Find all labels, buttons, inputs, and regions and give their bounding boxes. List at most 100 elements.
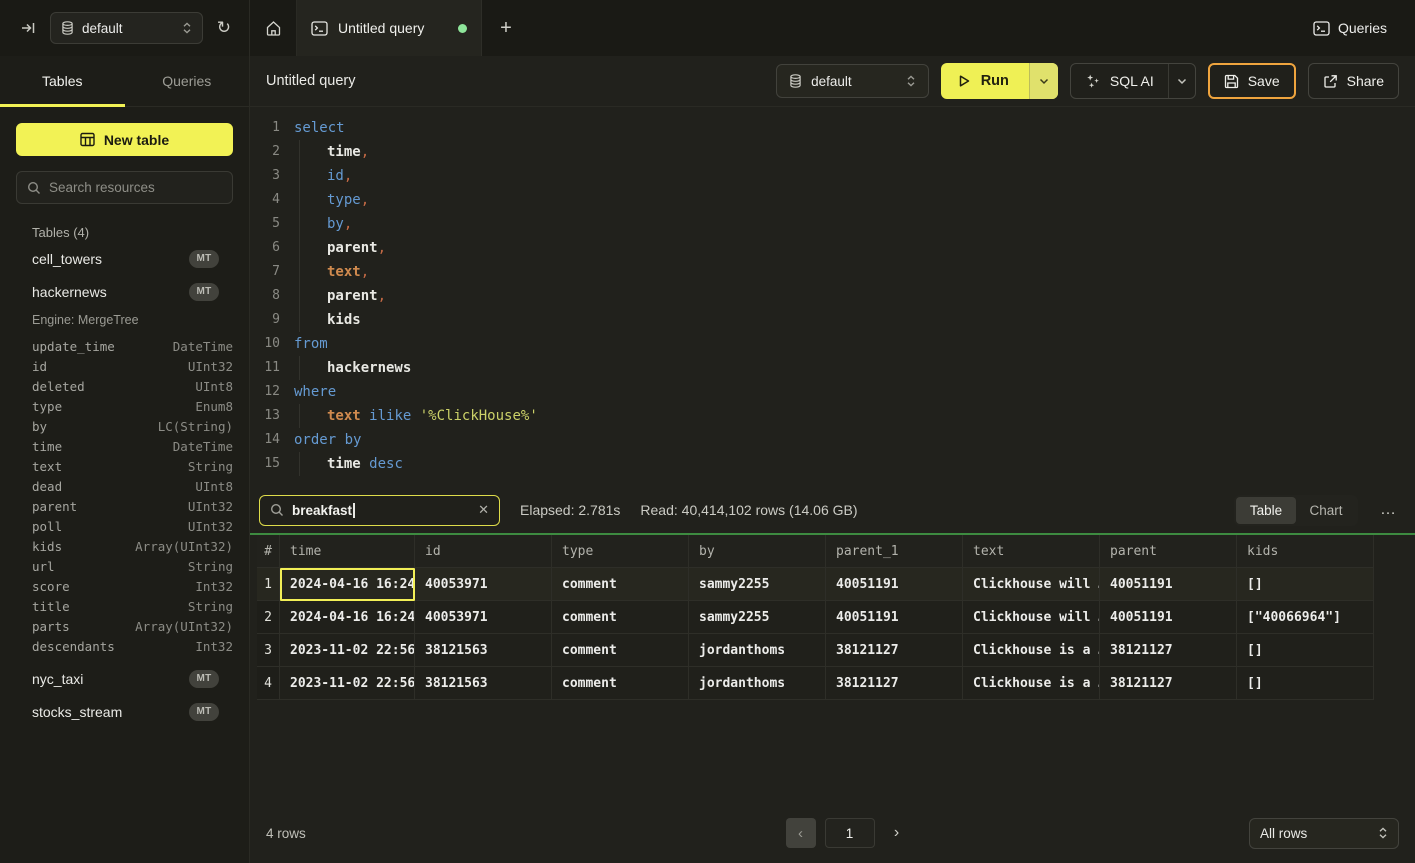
- tab-untitled-query[interactable]: Untitled query: [297, 0, 482, 56]
- refresh-button[interactable]: ↻: [213, 14, 235, 42]
- column-row-dead[interactable]: deadUInt8: [32, 476, 233, 496]
- sidebar-tab-tables[interactable]: Tables: [0, 56, 125, 106]
- results-cell[interactable]: 40051191: [1100, 601, 1237, 634]
- results-cell[interactable]: jordanthoms: [689, 634, 826, 667]
- prev-page-button[interactable]: ‹: [786, 818, 816, 848]
- editor-line-12[interactable]: 12where: [250, 380, 1415, 404]
- editor-line-5[interactable]: 5by,: [250, 212, 1415, 236]
- results-cell[interactable]: 40051191: [826, 601, 963, 634]
- column-row-url[interactable]: urlString: [32, 556, 233, 576]
- sidebar-table-hackernews[interactable]: hackernewsMT: [32, 275, 233, 308]
- results-cell[interactable]: 38121127: [826, 634, 963, 667]
- topbar-database-selector[interactable]: default: [50, 12, 203, 44]
- results-cell[interactable]: jordanthoms: [689, 667, 826, 700]
- page-number-input[interactable]: 1: [825, 818, 875, 848]
- sidebar-search-input[interactable]: Search resources: [16, 171, 233, 204]
- results-column-header-parent[interactable]: parent: [1100, 535, 1237, 568]
- view-toggle-chart[interactable]: Chart: [1296, 497, 1356, 524]
- results-cell[interactable]: 2023-11-02 22:56…: [280, 634, 415, 667]
- view-toggle-table[interactable]: Table: [1236, 497, 1296, 524]
- results-cell[interactable]: Clickhouse is a …: [963, 634, 1100, 667]
- column-row-score[interactable]: scoreInt32: [32, 576, 233, 596]
- results-cell[interactable]: 2024-04-16 16:24…: [280, 601, 415, 634]
- column-row-title[interactable]: titleString: [32, 596, 233, 616]
- results-column-header-row-number[interactable]: #: [257, 535, 280, 568]
- sidebar-tab-queries[interactable]: Queries: [125, 56, 250, 106]
- results-more-menu-button[interactable]: …: [1378, 501, 1399, 519]
- results-column-header-kids[interactable]: kids: [1237, 535, 1374, 568]
- row-number-cell[interactable]: 2: [257, 601, 280, 634]
- results-cell[interactable]: ["40066964"]: [1237, 601, 1374, 634]
- results-cell[interactable]: 38121127: [1100, 667, 1237, 700]
- results-column-header-id[interactable]: id: [415, 535, 552, 568]
- column-row-text[interactable]: textString: [32, 456, 233, 476]
- clear-search-button[interactable]: ✕: [478, 502, 489, 518]
- sidebar-table-stocks_stream[interactable]: stocks_streamMT: [32, 695, 233, 728]
- results-cell[interactable]: 38121563: [415, 634, 552, 667]
- editor-line-3[interactable]: 3id,: [250, 164, 1415, 188]
- share-button[interactable]: Share: [1308, 63, 1399, 99]
- results-cell[interactable]: 38121563: [415, 667, 552, 700]
- row-number-cell[interactable]: 1: [257, 568, 280, 601]
- column-row-descendants[interactable]: descendantsInt32: [32, 636, 233, 656]
- queries-button[interactable]: Queries: [1313, 20, 1387, 36]
- results-cell[interactable]: 2024-04-16 16:24…: [280, 568, 415, 601]
- column-row-kids[interactable]: kidsArray(UInt32): [32, 536, 233, 556]
- results-column-header-by[interactable]: by: [689, 535, 826, 568]
- column-row-update_time[interactable]: update_timeDateTime: [32, 336, 233, 356]
- run-button[interactable]: Run: [941, 63, 1058, 99]
- column-row-deleted[interactable]: deletedUInt8: [32, 376, 233, 396]
- results-cell[interactable]: sammy2255: [689, 568, 826, 601]
- results-cell[interactable]: []: [1237, 568, 1374, 601]
- run-options-dropdown[interactable]: [1029, 63, 1058, 99]
- row-number-cell[interactable]: 4: [257, 667, 280, 700]
- column-row-time[interactable]: timeDateTime: [32, 436, 233, 456]
- results-cell[interactable]: []: [1237, 634, 1374, 667]
- column-row-id[interactable]: idUInt32: [32, 356, 233, 376]
- editor-line-10[interactable]: 10from: [250, 332, 1415, 356]
- column-row-parent[interactable]: parentUInt32: [32, 496, 233, 516]
- next-page-button[interactable]: ›: [884, 824, 910, 842]
- results-cell[interactable]: sammy2255: [689, 601, 826, 634]
- sidebar-table-nyc_taxi[interactable]: nyc_taxiMT: [32, 662, 233, 695]
- column-row-by[interactable]: byLC(String): [32, 416, 233, 436]
- results-cell[interactable]: comment: [552, 634, 689, 667]
- new-tab-button[interactable]: +: [482, 0, 530, 56]
- editor-line-9[interactable]: 9kids: [250, 308, 1415, 332]
- results-cell[interactable]: comment: [552, 568, 689, 601]
- sidebar-collapse-button[interactable]: [16, 16, 40, 40]
- column-row-type[interactable]: typeEnum8: [32, 396, 233, 416]
- sql-ai-button[interactable]: SQL AI: [1070, 63, 1196, 99]
- page-size-selector[interactable]: All rows: [1249, 818, 1399, 849]
- results-cell[interactable]: Clickhouse will …: [963, 568, 1100, 601]
- sidebar-table-cell_towers[interactable]: cell_towersMT: [32, 242, 233, 275]
- results-column-header-parent_1[interactable]: parent_1: [826, 535, 963, 568]
- results-cell[interactable]: comment: [552, 601, 689, 634]
- editor-line-1[interactable]: 1select: [250, 116, 1415, 140]
- results-cell[interactable]: Clickhouse is a …: [963, 667, 1100, 700]
- results-cell[interactable]: 38121127: [826, 667, 963, 700]
- editor-line-13[interactable]: 13text ilike '%ClickHouse%': [250, 404, 1415, 428]
- results-cell[interactable]: 40051191: [826, 568, 963, 601]
- results-cell[interactable]: 40053971: [415, 601, 552, 634]
- results-search-input[interactable]: breakfast ✕: [259, 495, 500, 526]
- editor-line-7[interactable]: 7text,: [250, 260, 1415, 284]
- save-button[interactable]: Save: [1208, 63, 1296, 99]
- sql-editor[interactable]: 1select2time,3id,4type,5by,6parent,7text…: [250, 107, 1415, 487]
- results-cell[interactable]: 40053971: [415, 568, 552, 601]
- row-number-cell[interactable]: 3: [257, 634, 280, 667]
- results-cell[interactable]: []: [1237, 667, 1374, 700]
- results-cell[interactable]: 40051191: [1100, 568, 1237, 601]
- results-cell[interactable]: Clickhouse will …: [963, 601, 1100, 634]
- editor-line-14[interactable]: 14order by: [250, 428, 1415, 452]
- results-cell[interactable]: 38121127: [1100, 634, 1237, 667]
- editor-line-11[interactable]: 11hackernews: [250, 356, 1415, 380]
- results-cell[interactable]: comment: [552, 667, 689, 700]
- editor-line-8[interactable]: 8parent,: [250, 284, 1415, 308]
- query-database-selector[interactable]: default: [776, 64, 929, 98]
- editor-line-2[interactable]: 2time,: [250, 140, 1415, 164]
- results-column-header-type[interactable]: type: [552, 535, 689, 568]
- column-row-poll[interactable]: pollUInt32: [32, 516, 233, 536]
- results-cell[interactable]: 2023-11-02 22:56…: [280, 667, 415, 700]
- new-table-button[interactable]: New table: [16, 123, 233, 156]
